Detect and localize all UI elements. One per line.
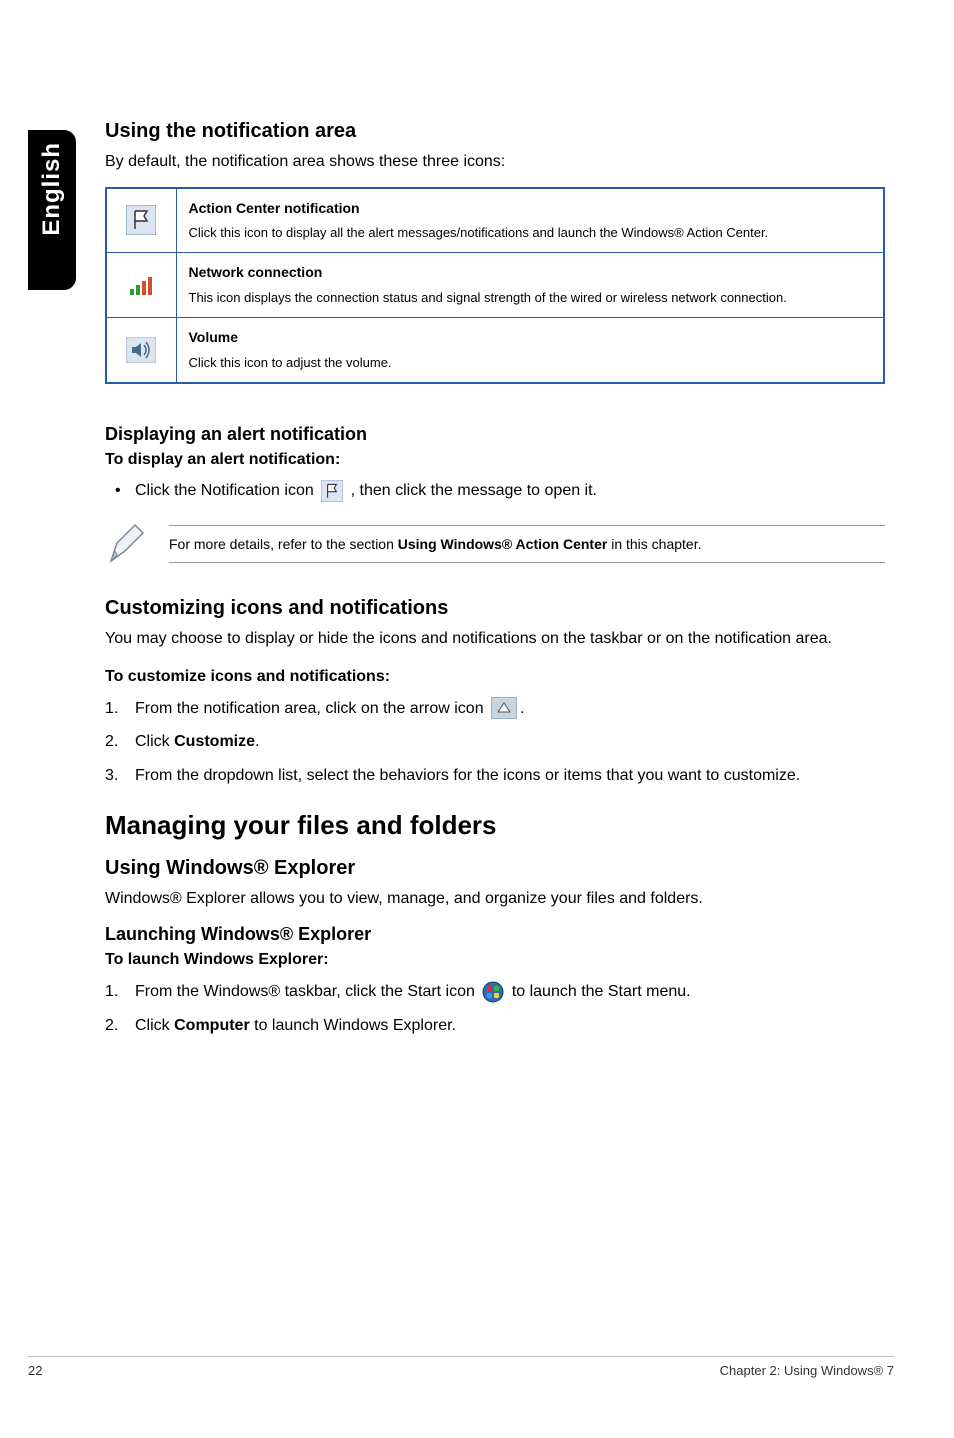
row-title: Action Center notification (189, 199, 872, 219)
step-text-pre: Click (135, 1017, 174, 1034)
step-text: From the dropdown list, select the behav… (135, 767, 800, 784)
volume-icon-cell (106, 318, 176, 383)
flag-icon (321, 480, 343, 502)
step-text-pre: From the notification area, click on the… (135, 700, 488, 717)
pencil-note-icon (105, 521, 151, 567)
action-center-desc-cell: Action Center notification Click this ic… (176, 188, 884, 253)
step-text-bold: Customize (174, 733, 255, 750)
explorer-heading: Using Windows® Explorer (105, 857, 885, 880)
windows-start-icon (482, 981, 504, 1003)
network-signal-icon (126, 271, 156, 299)
alert-bullet-pre: Click the Notification icon (135, 482, 318, 499)
launching-heading: Launching Windows® Explorer (105, 924, 885, 945)
network-icon-cell (106, 253, 176, 318)
alert-subheading: To display an alert notification: (105, 451, 885, 469)
step-text-post: to launch Windows Explorer. (250, 1017, 456, 1034)
step-text-pre: From the Windows® taskbar, click the Sta… (135, 983, 479, 1000)
step-text-post: to launch the Start menu. (512, 983, 691, 1000)
notification-area-lead: By default, the notification area shows … (105, 151, 885, 173)
note-bold: Using Windows® Action Center (398, 536, 608, 552)
action-center-icon-cell (106, 188, 176, 253)
step-text-post: . (255, 733, 259, 750)
note-text: For more details, refer to the section U… (169, 525, 885, 563)
speaker-icon (126, 337, 156, 363)
language-tab: English (28, 130, 76, 290)
network-desc-cell: Network connection This icon displays th… (176, 253, 884, 318)
row-desc: This icon displays the connection status… (189, 290, 787, 305)
alert-bullet-post: , then click the message to open it. (351, 482, 597, 499)
volume-desc-cell: Volume Click this icon to adjust the vol… (176, 318, 884, 383)
arrow-up-icon (491, 697, 517, 719)
launch-step-1: 1. From the Windows® taskbar, click the … (135, 979, 885, 1005)
note-post: in this chapter. (607, 536, 701, 552)
step-text-pre: Click (135, 733, 174, 750)
page-footer: 22 Chapter 2: Using Windows® 7 (28, 1356, 894, 1378)
launch-step-2: 2. Click Computer to launch Windows Expl… (135, 1013, 885, 1039)
note-block: For more details, refer to the section U… (105, 521, 885, 567)
notification-icons-table: Action Center notification Click this ic… (105, 187, 885, 384)
chapter-label: Chapter 2: Using Windows® 7 (720, 1363, 894, 1378)
language-tab-label: English (38, 142, 66, 236)
table-row: Action Center notification Click this ic… (106, 188, 884, 253)
customize-lead: You may choose to display or hide the ic… (105, 628, 885, 650)
customize-step-3: 3. From the dropdown list, select the be… (135, 763, 885, 789)
page-number: 22 (28, 1363, 42, 1378)
step-text-bold: Computer (174, 1017, 250, 1034)
notification-area-heading: Using the notification area (105, 120, 885, 143)
customize-heading: Customizing icons and notifications (105, 597, 885, 620)
customize-step-1: 1. From the notification area, click on … (135, 696, 885, 722)
note-pre: For more details, refer to the section (169, 536, 398, 552)
table-row: Network connection This icon displays th… (106, 253, 884, 318)
row-title: Volume (189, 328, 872, 348)
alert-bullet: Click the Notification icon , then click… (135, 479, 885, 503)
explorer-lead: Windows® Explorer allows you to view, ma… (105, 888, 885, 910)
row-desc: Click this icon to display all the alert… (189, 225, 769, 240)
customize-subheading: To customize icons and notifications: (105, 668, 885, 686)
launching-subheading: To launch Windows Explorer: (105, 951, 885, 969)
main-content: Using the notification area By default, … (105, 120, 885, 1058)
customize-step-2: 2. Click Customize. (135, 729, 885, 755)
row-desc: Click this icon to adjust the volume. (189, 355, 392, 370)
flag-icon (126, 205, 156, 235)
managing-heading: Managing your files and folders (105, 810, 885, 841)
alert-heading: Displaying an alert notification (105, 424, 885, 445)
table-row: Volume Click this icon to adjust the vol… (106, 318, 884, 383)
step-text-post: . (520, 700, 524, 717)
row-title: Network connection (189, 263, 872, 283)
